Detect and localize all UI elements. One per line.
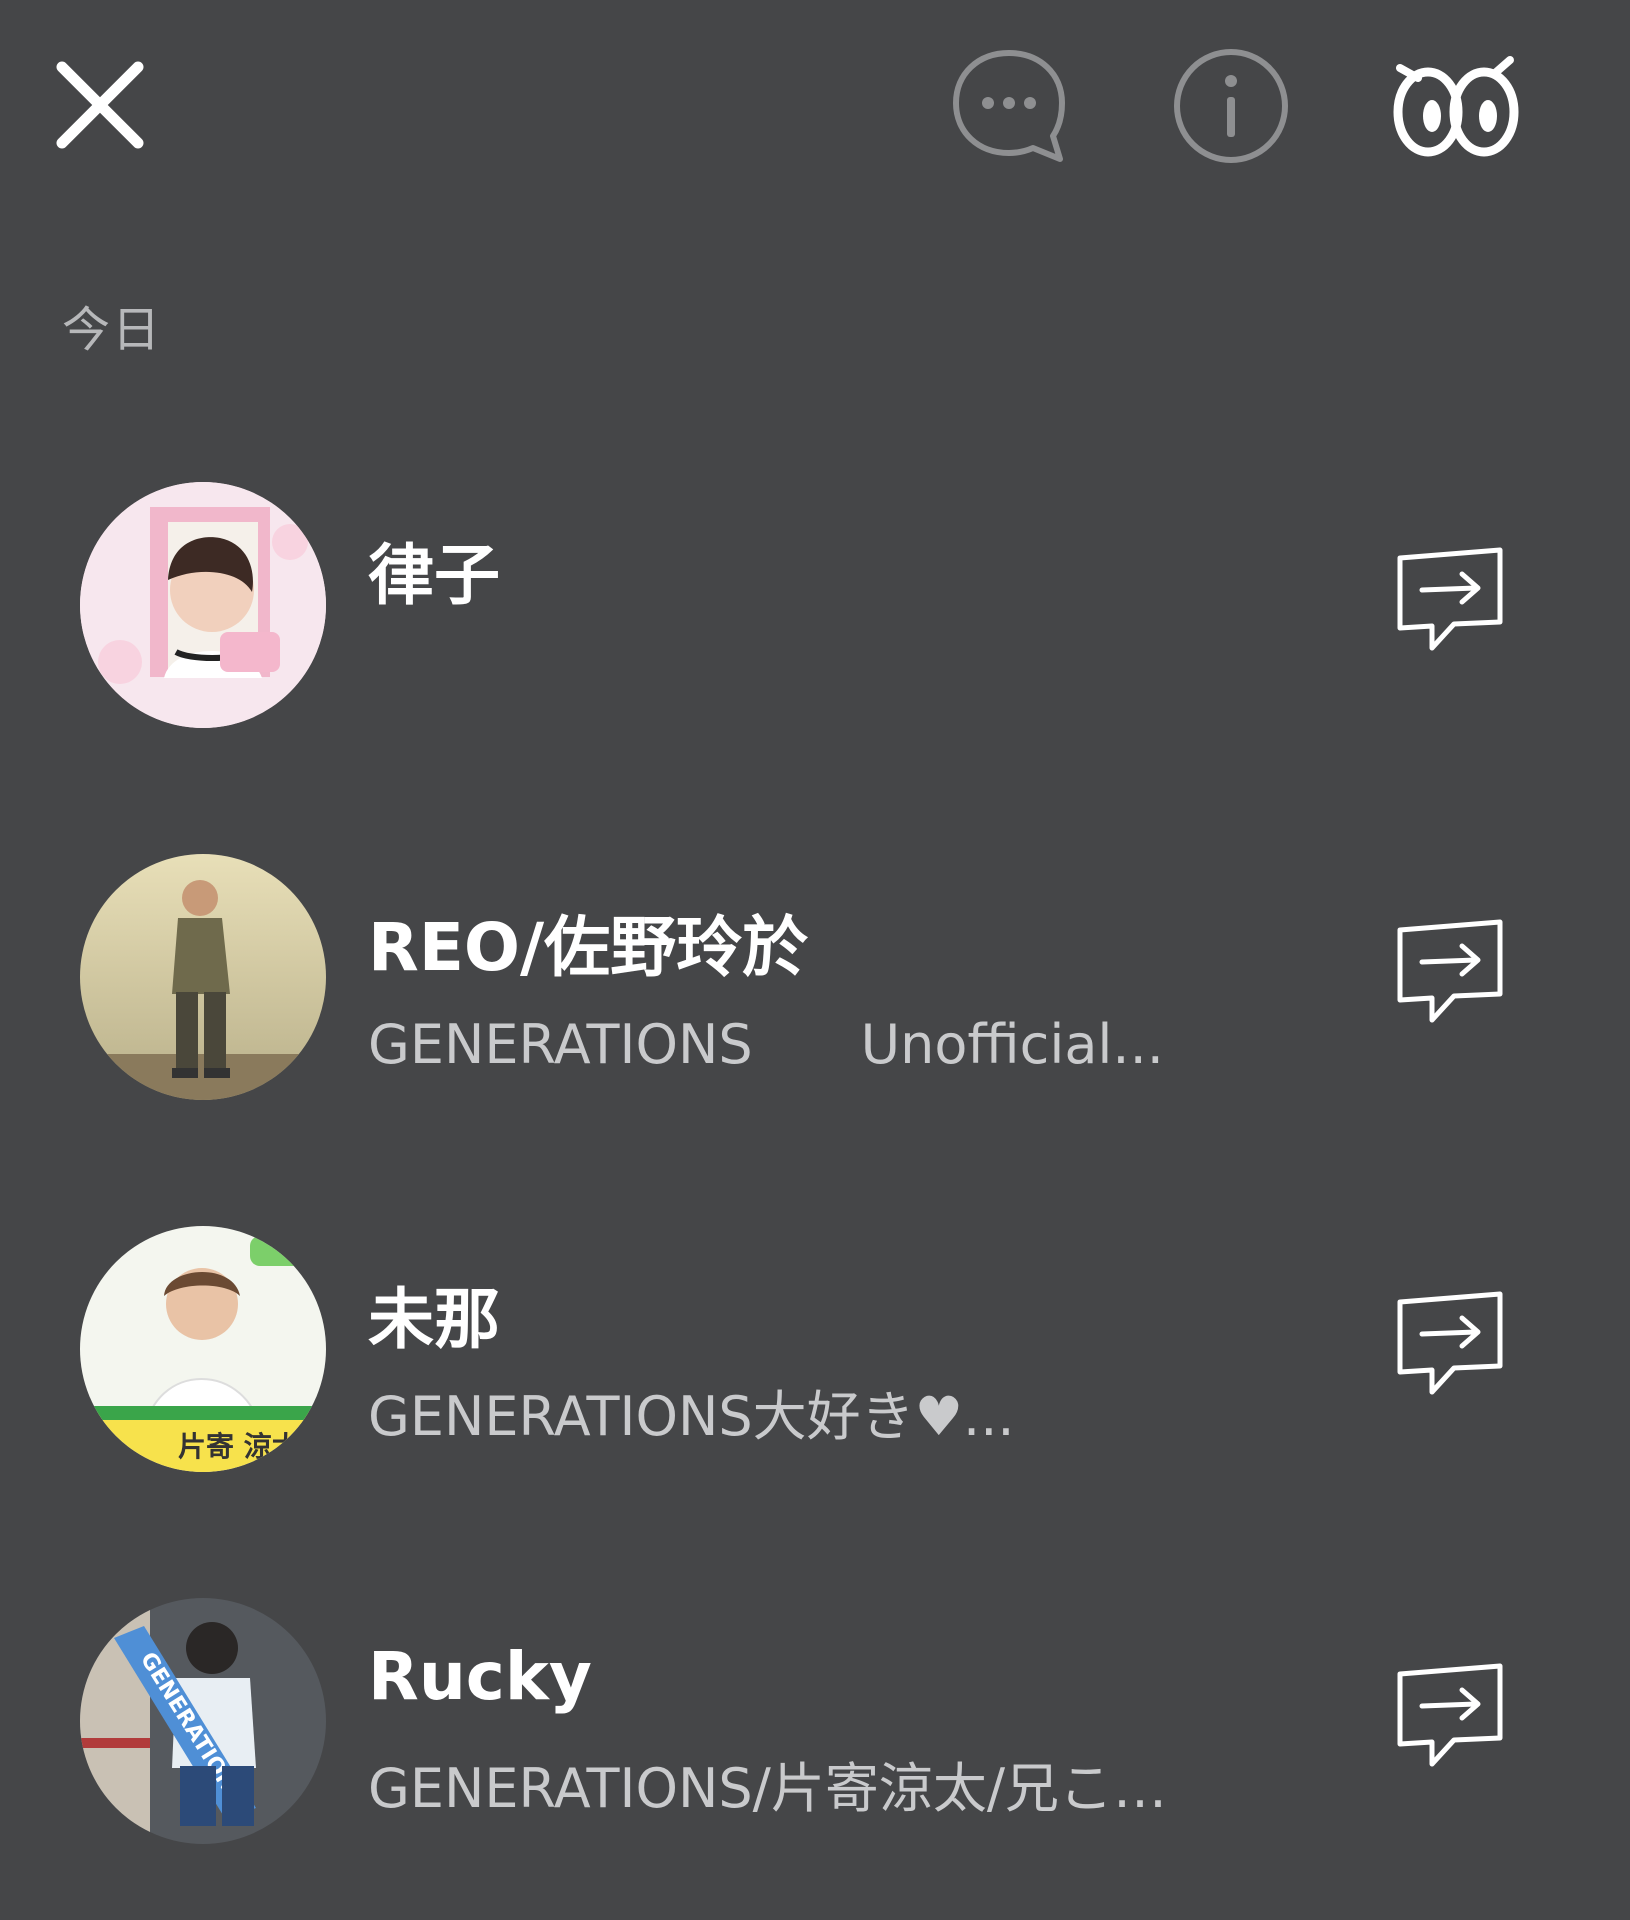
share-message-icon[interactable] bbox=[1392, 544, 1508, 660]
friend-name: Rucky bbox=[368, 1638, 592, 1715]
friend-status: GENERATIONS/片寄涼太/兄こ… bbox=[368, 1757, 1168, 1820]
friend-status: GENERATIONS大好き♥... bbox=[368, 1385, 1015, 1448]
avatar[interactable] bbox=[80, 482, 326, 728]
friend-name: 未那 bbox=[368, 1281, 500, 1358]
avatar[interactable] bbox=[80, 854, 326, 1100]
list-item[interactable]: 片寄 涼太 未那 GENERATIONS大好き♥... bbox=[0, 1226, 1630, 1526]
friend-name: 律子 bbox=[368, 537, 500, 614]
share-message-icon[interactable] bbox=[1392, 916, 1508, 1032]
share-message-icon[interactable] bbox=[1392, 1288, 1508, 1404]
friend-list: 律子 REO/佐野玲於 GENERATIONS Unofficial... 片寄… bbox=[0, 0, 1630, 1920]
friend-name: REO/佐野玲於 bbox=[368, 909, 809, 986]
share-message-icon[interactable] bbox=[1392, 1660, 1508, 1776]
list-item[interactable]: 律子 bbox=[0, 482, 1630, 782]
friend-status: GENERATIONS Unofficial... bbox=[368, 1013, 1164, 1076]
avatar[interactable]: GENERATIONS bbox=[80, 1598, 326, 1844]
list-item[interactable]: GENERATIONS Rucky GENERATIONS/片寄涼太/兄こ… bbox=[0, 1598, 1630, 1898]
list-item[interactable]: REO/佐野玲於 GENERATIONS Unofficial... bbox=[0, 854, 1630, 1154]
avatar[interactable]: 片寄 涼太 bbox=[80, 1226, 326, 1472]
svg-text:片寄 涼太: 片寄 涼太 bbox=[178, 1430, 301, 1463]
